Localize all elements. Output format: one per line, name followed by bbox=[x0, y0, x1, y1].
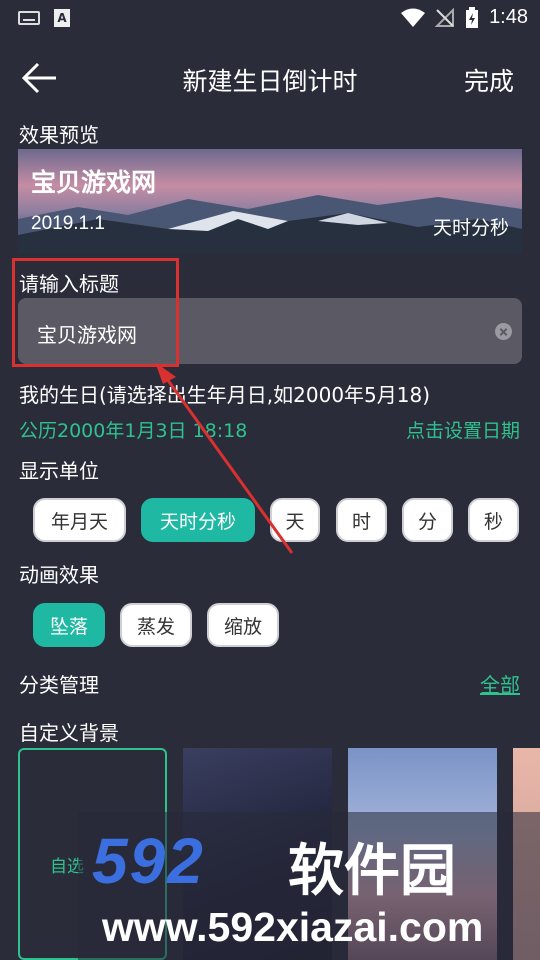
category-all-link[interactable]: 全部 bbox=[480, 669, 520, 698]
keyboard-icon bbox=[18, 11, 40, 25]
watermark-name: 软件园 bbox=[288, 839, 456, 904]
preview-section-label: 效果预览 bbox=[19, 123, 99, 147]
background-label: 自定义背景 bbox=[19, 721, 119, 745]
watermark-url: www.592xiazai.com bbox=[102, 904, 484, 950]
wifi-icon bbox=[401, 8, 426, 27]
unit-chip-minute[interactable]: 分 bbox=[402, 498, 453, 542]
birthday-value: 公历2000年1月3日 18:18 bbox=[19, 420, 248, 442]
preview-date: 2019.1.1 bbox=[31, 213, 105, 234]
animation-chip-evaporate[interactable]: 蒸发 bbox=[120, 603, 192, 647]
status-time: 1:48 bbox=[489, 6, 528, 28]
unit-chip-second[interactable]: 秒 bbox=[468, 498, 519, 542]
unit-chip-day-hour-min-sec[interactable]: 天时分秒 bbox=[141, 498, 255, 542]
set-date-button[interactable]: 点击设置日期 bbox=[406, 416, 520, 443]
site-watermark: 592 软件园 www.592xiazai.com bbox=[78, 812, 540, 960]
no-signal-icon bbox=[435, 7, 455, 27]
preview-unit: 天时分秒 bbox=[432, 217, 509, 239]
input-method-icon: A bbox=[54, 9, 70, 27]
unit-chip-hour[interactable]: 时 bbox=[336, 498, 387, 542]
display-unit-label: 显示单位 bbox=[19, 459, 99, 483]
watermark-logo: 592 bbox=[92, 825, 205, 897]
status-bar: A 1:48 bbox=[0, 0, 540, 36]
birthday-label: 我的生日(请选择出生年月日,如2000年5月18) bbox=[19, 383, 431, 407]
clear-icon[interactable] bbox=[495, 323, 512, 340]
unit-chip-day[interactable]: 天 bbox=[270, 498, 320, 542]
battery-charging-icon bbox=[466, 6, 479, 28]
animation-chip-zoom[interactable]: 缩放 bbox=[207, 603, 279, 647]
annotation-highlight-box bbox=[12, 258, 179, 367]
preview-card: 宝贝游戏网 2019.1.1 天时分秒 bbox=[18, 149, 522, 253]
animation-label: 动画效果 bbox=[19, 563, 99, 587]
preview-title: 宝贝游戏网 bbox=[31, 168, 157, 197]
app-bar: 新建生日倒计时 完成 bbox=[0, 50, 540, 106]
done-button[interactable]: 完成 bbox=[464, 62, 514, 98]
unit-chip-year-month-day[interactable]: 年月天 bbox=[33, 498, 126, 542]
category-label: 分类管理 bbox=[19, 673, 99, 697]
page-title: 新建生日倒计时 bbox=[182, 67, 358, 96]
animation-chip-fall[interactable]: 坠落 bbox=[33, 603, 105, 647]
